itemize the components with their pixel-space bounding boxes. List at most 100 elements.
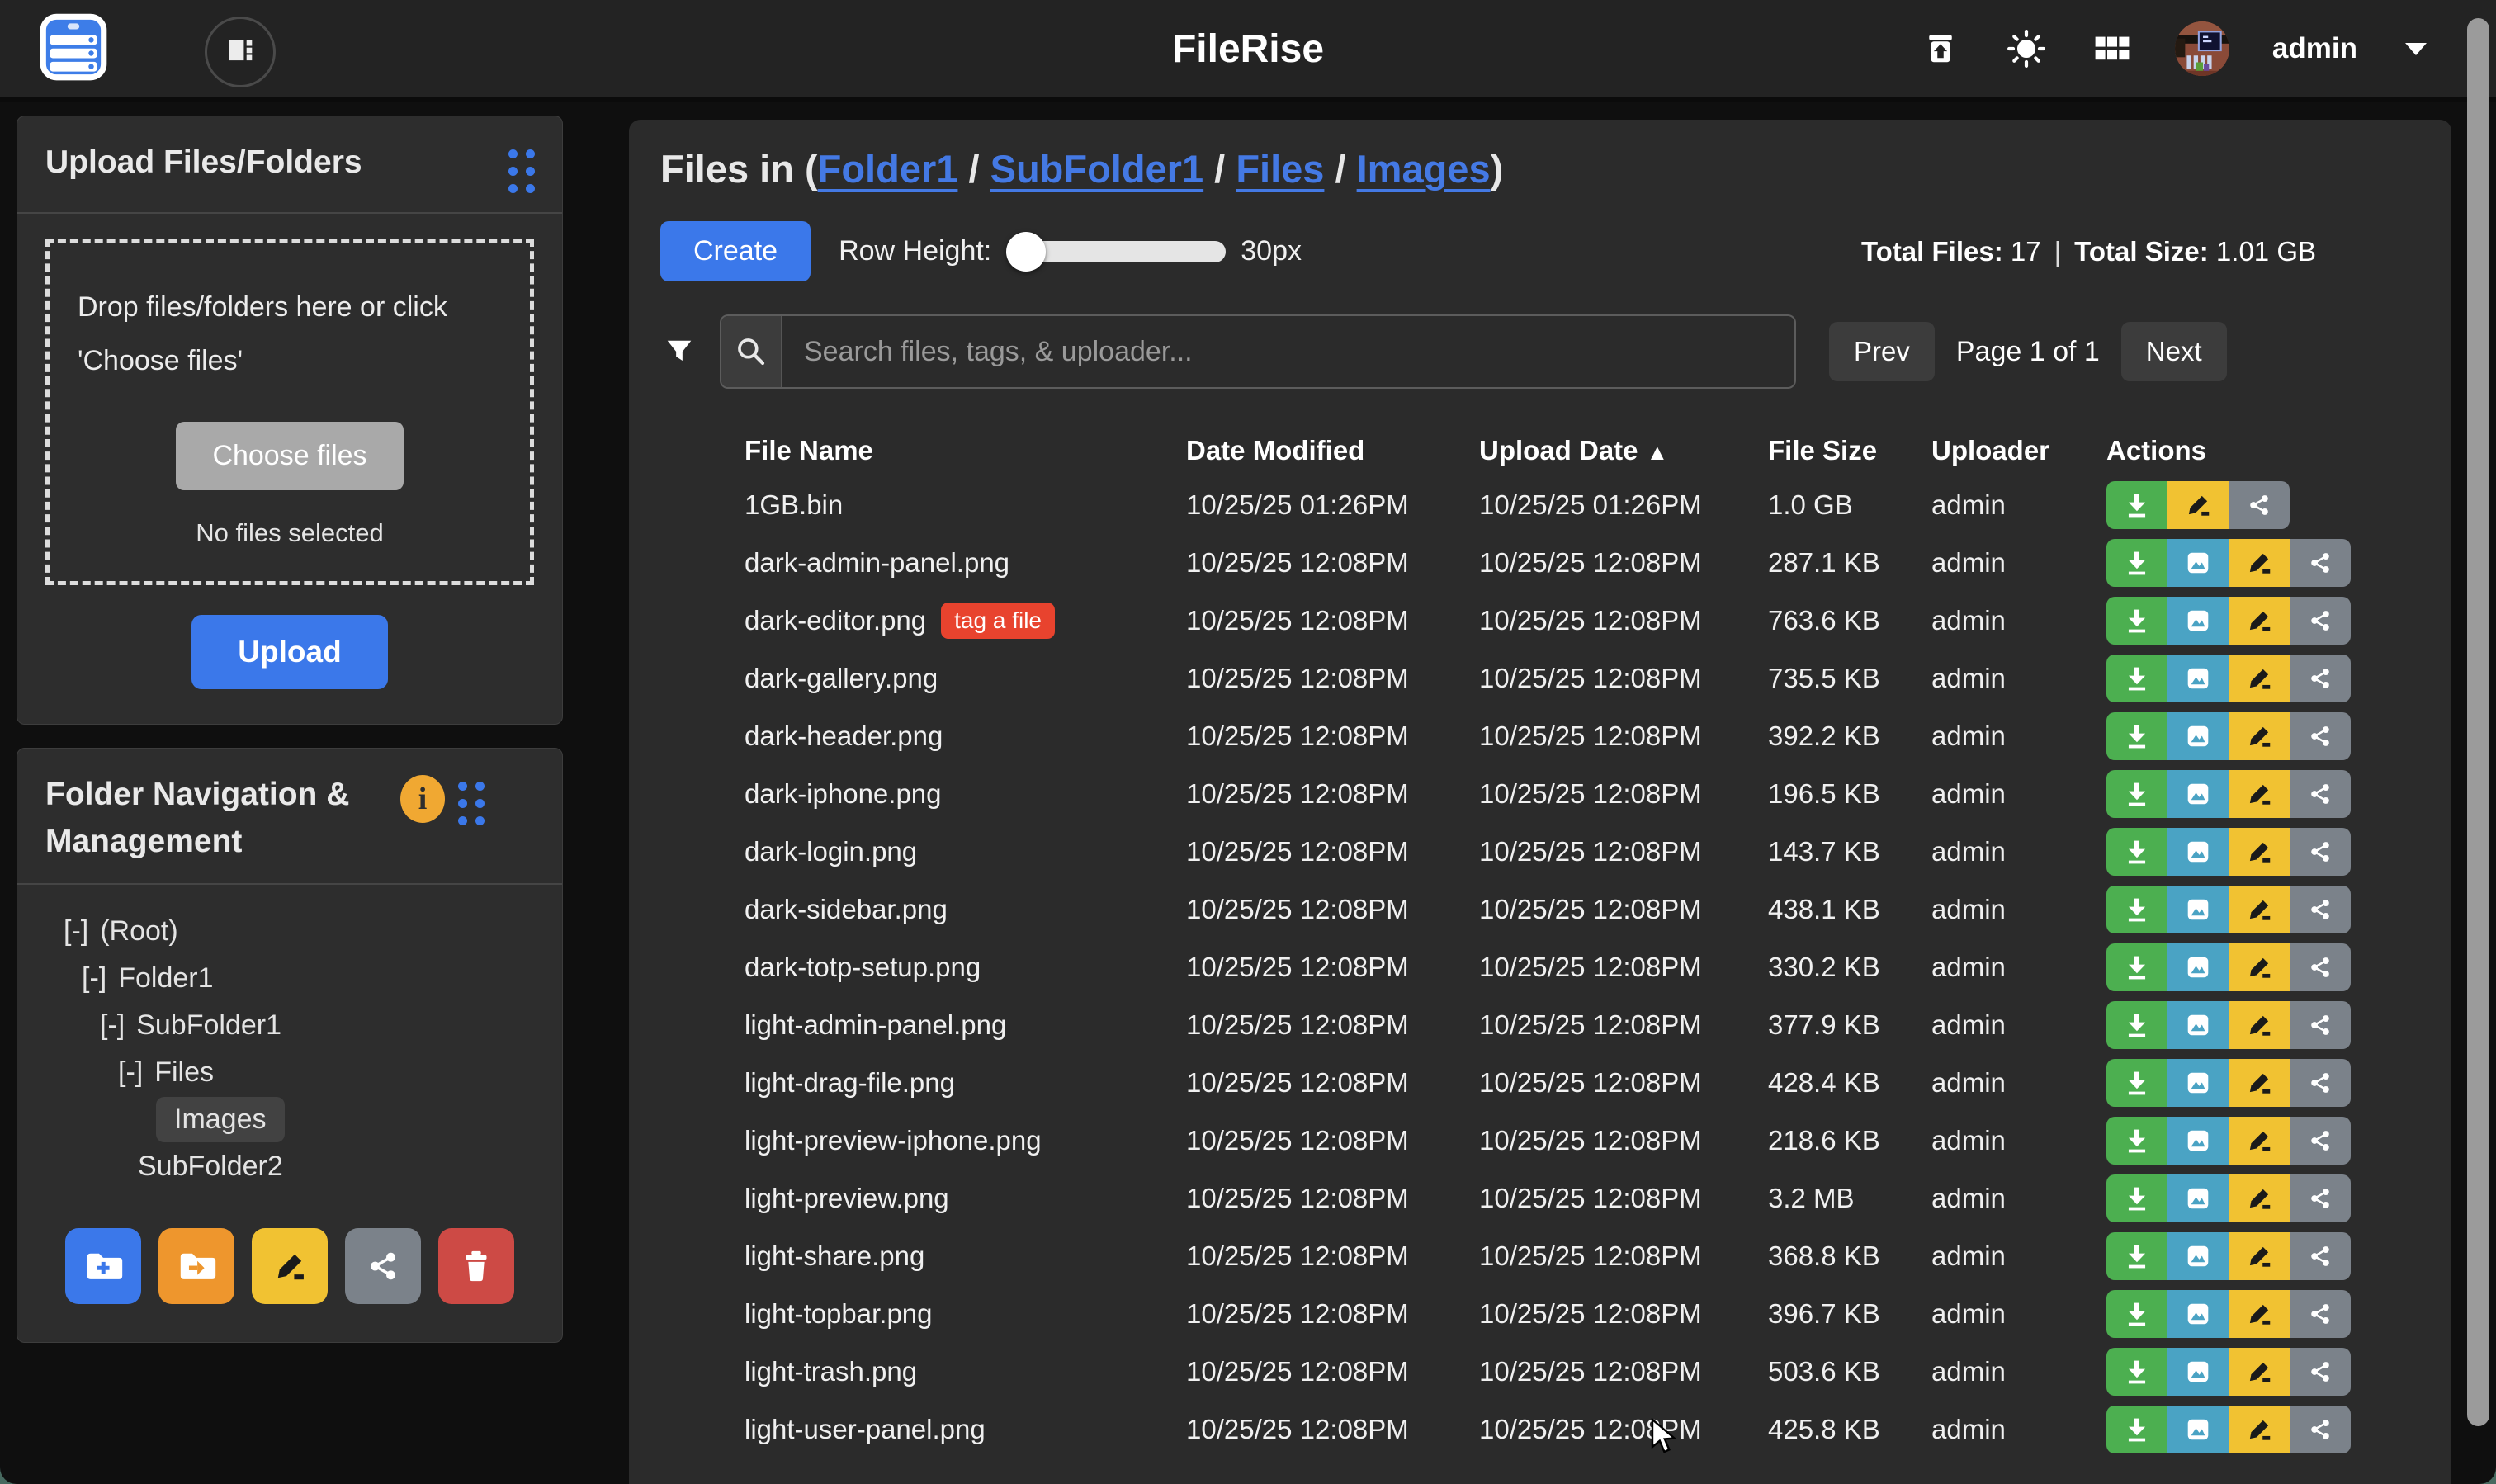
download-button[interactable] [2106, 1232, 2167, 1280]
preview-button[interactable] [2167, 828, 2229, 876]
preview-button[interactable] [2167, 1059, 2229, 1107]
edit-button[interactable] [2229, 770, 2290, 818]
breadcrumb-link-subfolder1[interactable]: SubFolder1 [990, 147, 1204, 191]
slider-thumb[interactable] [1006, 232, 1046, 272]
folder-tree-item[interactable]: [-] (Root) [34, 908, 546, 955]
download-button[interactable] [2106, 712, 2167, 760]
share-button[interactable] [2290, 828, 2351, 876]
col-file-size[interactable]: File Size [1768, 435, 1931, 466]
breadcrumb-link-folder1[interactable]: Folder1 [818, 147, 958, 191]
theme-toggle-button[interactable] [2003, 26, 2049, 72]
download-button[interactable] [2106, 1174, 2167, 1222]
download-button[interactable] [2106, 943, 2167, 991]
file-dropzone[interactable]: Drop files/folders here or click 'Choose… [45, 239, 534, 585]
row-height-slider[interactable] [1009, 241, 1226, 262]
edit-button[interactable] [2229, 539, 2290, 587]
share-button[interactable] [2290, 655, 2351, 702]
tree-folder-label[interactable]: Files [154, 1056, 214, 1089]
folder-tree-item[interactable]: [-] Folder1 [34, 955, 546, 1002]
tree-folder-label[interactable]: Images [156, 1097, 285, 1142]
tree-collapse-toggle[interactable]: [-] [82, 962, 106, 995]
col-uploader[interactable]: Uploader [1931, 435, 2106, 466]
drag-handle-icon[interactable] [458, 782, 485, 826]
share-button[interactable] [2290, 943, 2351, 991]
download-button[interactable] [2106, 1117, 2167, 1165]
download-button[interactable] [2106, 828, 2167, 876]
file-name[interactable]: light-preview.png [745, 1183, 949, 1214]
edit-button[interactable] [2229, 655, 2290, 702]
file-name[interactable]: light-user-panel.png [745, 1414, 986, 1445]
share-button[interactable] [2290, 1290, 2351, 1338]
rename-folder-button[interactable] [252, 1228, 328, 1304]
preview-button[interactable] [2167, 1117, 2229, 1165]
filter-button[interactable] [660, 333, 698, 370]
share-button[interactable] [2290, 712, 2351, 760]
chevron-down-icon[interactable] [2405, 43, 2427, 55]
drag-handle-icon[interactable] [508, 149, 536, 194]
folder-tree-item[interactable]: SubFolder2 [34, 1143, 546, 1190]
share-button[interactable] [2290, 1174, 2351, 1222]
download-button[interactable] [2106, 886, 2167, 933]
share-button[interactable] [2290, 886, 2351, 933]
download-button[interactable] [2106, 597, 2167, 645]
share-button[interactable] [2290, 1117, 2351, 1165]
preview-button[interactable] [2167, 1290, 2229, 1338]
next-page-button[interactable]: Next [2121, 322, 2227, 381]
edit-button[interactable] [2229, 1290, 2290, 1338]
download-button[interactable] [2106, 1290, 2167, 1338]
download-button[interactable] [2106, 655, 2167, 702]
file-name[interactable]: light-drag-file.png [745, 1067, 955, 1099]
share-button[interactable] [2290, 1232, 2351, 1280]
edit-button[interactable] [2229, 1001, 2290, 1049]
folder-tree-item[interactable]: [-] Files [34, 1049, 546, 1096]
apps-grid-button[interactable] [2089, 26, 2135, 72]
share-button[interactable] [2229, 481, 2290, 529]
download-button[interactable] [2106, 481, 2167, 529]
file-name[interactable]: dark-editor.png [745, 605, 926, 636]
col-date-modified[interactable]: Date Modified [1186, 435, 1479, 466]
edit-button[interactable] [2229, 1232, 2290, 1280]
file-name[interactable]: dark-iphone.png [745, 778, 942, 810]
breadcrumb-link-files[interactable]: Files [1236, 147, 1324, 191]
share-button[interactable] [2290, 1406, 2351, 1453]
preview-button[interactable] [2167, 539, 2229, 587]
create-folder-button[interactable] [65, 1228, 141, 1304]
preview-button[interactable] [2167, 770, 2229, 818]
download-button[interactable] [2106, 539, 2167, 587]
tree-folder-label[interactable]: Folder1 [118, 962, 213, 995]
preview-button[interactable] [2167, 655, 2229, 702]
col-upload-date[interactable]: Upload Date▲ [1479, 435, 1768, 466]
file-name[interactable]: dark-login.png [745, 836, 917, 867]
upload-button[interactable]: Upload [191, 615, 387, 689]
share-button[interactable] [2290, 1001, 2351, 1049]
file-name[interactable]: light-trash.png [745, 1356, 917, 1387]
share-button[interactable] [2290, 1059, 2351, 1107]
file-name[interactable]: dark-admin-panel.png [745, 547, 1009, 579]
create-button[interactable]: Create [660, 221, 811, 281]
file-name[interactable]: dark-totp-setup.png [745, 952, 981, 983]
edit-button[interactable] [2229, 886, 2290, 933]
restore-trash-button[interactable] [1917, 26, 1964, 72]
edit-button[interactable] [2229, 943, 2290, 991]
folder-tree-item[interactable]: Images [34, 1096, 546, 1143]
tree-folder-label[interactable]: (Root) [100, 915, 177, 948]
edit-button[interactable] [2229, 1174, 2290, 1222]
page-scrollbar[interactable] [2467, 18, 2489, 1426]
tree-folder-label[interactable]: SubFolder2 [138, 1151, 283, 1183]
file-name[interactable]: 1GB.bin [745, 489, 843, 521]
edit-button[interactable] [2229, 712, 2290, 760]
download-button[interactable] [2106, 1001, 2167, 1049]
edit-button[interactable] [2229, 1059, 2290, 1107]
preview-button[interactable] [2167, 1174, 2229, 1222]
info-icon[interactable]: i [400, 775, 445, 823]
search-input[interactable] [782, 316, 1794, 387]
file-name[interactable]: light-topbar.png [745, 1298, 933, 1330]
share-button[interactable] [2290, 539, 2351, 587]
col-file-name[interactable]: File Name [745, 435, 1186, 466]
download-button[interactable] [2106, 1059, 2167, 1107]
download-button[interactable] [2106, 1348, 2167, 1396]
edit-button[interactable] [2229, 597, 2290, 645]
preview-button[interactable] [2167, 712, 2229, 760]
edit-button[interactable] [2229, 1117, 2290, 1165]
share-button[interactable] [2290, 1348, 2351, 1396]
